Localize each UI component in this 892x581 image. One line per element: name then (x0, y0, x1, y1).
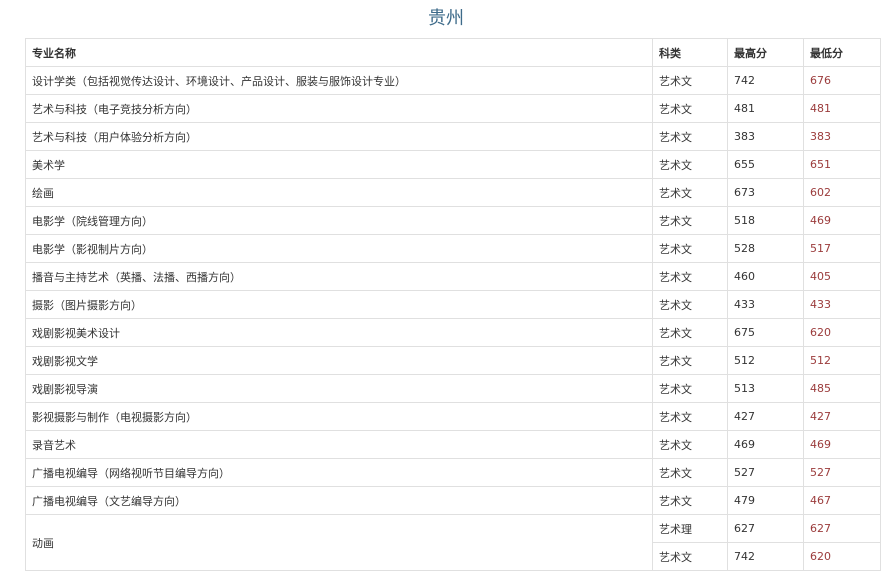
type-cell: 艺术文 (652, 178, 728, 207)
table-row: 绘画 艺术文 673 602 (25, 178, 881, 207)
major-cell: 戏剧影视文学 (25, 346, 653, 375)
major-cell: 戏剧影视导演 (25, 374, 653, 403)
min-score-cell: 469 (803, 206, 881, 235)
max-score-cell: 479 (727, 486, 804, 515)
max-score-cell: 512 (727, 346, 804, 375)
table-row: 艺术与科技（电子竞技分析方向） 艺术文 481 481 (25, 94, 881, 123)
type-cell: 艺术文 (652, 150, 728, 179)
type-cell: 艺术文 (652, 206, 728, 235)
type-cell: 艺术文 (652, 122, 728, 151)
major-cell: 戏剧影视美术设计 (25, 318, 653, 347)
type-cell: 艺术文 (652, 94, 728, 123)
min-score-cell: 602 (803, 178, 881, 207)
type-cell: 艺术文 (652, 542, 728, 571)
major-cell: 影视摄影与制作（电视摄影方向） (25, 402, 653, 431)
table-row: 戏剧影视美术设计 艺术文 675 620 (25, 318, 881, 347)
max-score-cell: 460 (727, 262, 804, 291)
header-type: 科类 (652, 38, 728, 67)
major-cell: 美术学 (25, 150, 653, 179)
major-cell: 电影学（影视制片方向） (25, 234, 653, 263)
scores-table: 专业名称 科类 最高分 最低分 设计学类（包括视觉传达设计、环境设计、产品设计、… (25, 38, 881, 571)
table-row: 广播电视编导（文艺编导方向） 艺术文 479 467 (25, 486, 881, 515)
max-score-cell: 481 (727, 94, 804, 123)
major-cell: 电影学（院线管理方向） (25, 206, 653, 235)
min-score-cell: 427 (803, 402, 881, 431)
type-cell: 艺术文 (652, 430, 728, 459)
max-score-cell: 513 (727, 374, 804, 403)
max-score-cell: 627 (727, 514, 804, 543)
table-row: 艺术与科技（用户体验分析方向） 艺术文 383 383 (25, 122, 881, 151)
table-header-row: 专业名称 科类 最高分 最低分 (25, 38, 881, 67)
type-cell: 艺术文 (652, 262, 728, 291)
min-score-cell: 627 (803, 514, 881, 543)
table-row: 戏剧影视导演 艺术文 513 485 (25, 374, 881, 403)
max-score-cell: 673 (727, 178, 804, 207)
max-score-cell: 469 (727, 430, 804, 459)
type-cell: 艺术文 (652, 290, 728, 319)
type-cell: 艺术文 (652, 318, 728, 347)
table-row: 电影学（院线管理方向） 艺术文 518 469 (25, 206, 881, 235)
max-score-cell: 433 (727, 290, 804, 319)
min-score-cell: 405 (803, 262, 881, 291)
max-score-cell: 528 (727, 234, 804, 263)
table-row: 播音与主持艺术（英播、法播、西播方向） 艺术文 460 405 (25, 262, 881, 291)
major-cell: 绘画 (25, 178, 653, 207)
major-cell: 艺术与科技（用户体验分析方向） (25, 122, 653, 151)
table-row: 设计学类（包括视觉传达设计、环境设计、产品设计、服装与服饰设计专业） 艺术文 7… (25, 66, 881, 95)
table-row: 动画 艺术理 627 627 (25, 514, 881, 571)
major-cell: 设计学类（包括视觉传达设计、环境设计、产品设计、服装与服饰设计专业） (25, 66, 653, 95)
page-title: 贵州 (428, 8, 464, 29)
header-major: 专业名称 (25, 38, 653, 67)
min-score-cell: 485 (803, 374, 881, 403)
min-score-cell: 481 (803, 94, 881, 123)
type-cell: 艺术理 (652, 514, 728, 543)
min-score-cell: 517 (803, 234, 881, 263)
max-score-cell: 675 (727, 318, 804, 347)
min-score-cell: 469 (803, 430, 881, 459)
max-score-cell: 518 (727, 206, 804, 235)
max-score-cell: 383 (727, 122, 804, 151)
major-cell: 播音与主持艺术（英播、法播、西播方向） (25, 262, 653, 291)
table-row: 广播电视编导（网络视听节目编导方向） 艺术文 527 527 (25, 458, 881, 487)
type-cell: 艺术文 (652, 486, 728, 515)
major-cell: 广播电视编导（文艺编导方向） (25, 486, 653, 515)
min-score-cell: 433 (803, 290, 881, 319)
type-cell: 艺术文 (652, 66, 728, 95)
min-score-cell: 651 (803, 150, 881, 179)
min-score-cell: 620 (803, 542, 881, 571)
max-score-cell: 427 (727, 402, 804, 431)
min-score-cell: 527 (803, 458, 881, 487)
min-score-cell: 512 (803, 346, 881, 375)
table-row: 电影学（影视制片方向） 艺术文 528 517 (25, 234, 881, 263)
max-score-cell: 655 (727, 150, 804, 179)
max-score-cell: 742 (727, 542, 804, 571)
table-row: 美术学 艺术文 655 651 (25, 150, 881, 179)
max-score-cell: 742 (727, 66, 804, 95)
type-cell: 艺术文 (652, 374, 728, 403)
header-min-score: 最低分 (803, 38, 881, 67)
major-cell: 艺术与科技（电子竞技分析方向） (25, 94, 653, 123)
type-cell: 艺术文 (652, 234, 728, 263)
type-cell: 艺术文 (652, 346, 728, 375)
min-score-cell: 467 (803, 486, 881, 515)
min-score-cell: 676 (803, 66, 881, 95)
table-row: 影视摄影与制作（电视摄影方向） 艺术文 427 427 (25, 402, 881, 431)
table-row: 戏剧影视文学 艺术文 512 512 (25, 346, 881, 375)
table-row: 摄影（图片摄影方向） 艺术文 433 433 (25, 290, 881, 319)
major-cell: 摄影（图片摄影方向） (25, 290, 653, 319)
max-score-cell: 527 (727, 458, 804, 487)
major-cell: 录音艺术 (25, 430, 653, 459)
min-score-cell: 620 (803, 318, 881, 347)
type-cell: 艺术文 (652, 458, 728, 487)
header-max-score: 最高分 (727, 38, 804, 67)
table-row: 录音艺术 艺术文 469 469 (25, 430, 881, 459)
major-cell: 广播电视编导（网络视听节目编导方向） (25, 458, 653, 487)
type-cell: 艺术文 (652, 402, 728, 431)
min-score-cell: 383 (803, 122, 881, 151)
major-cell-merged: 动画 (25, 514, 653, 571)
